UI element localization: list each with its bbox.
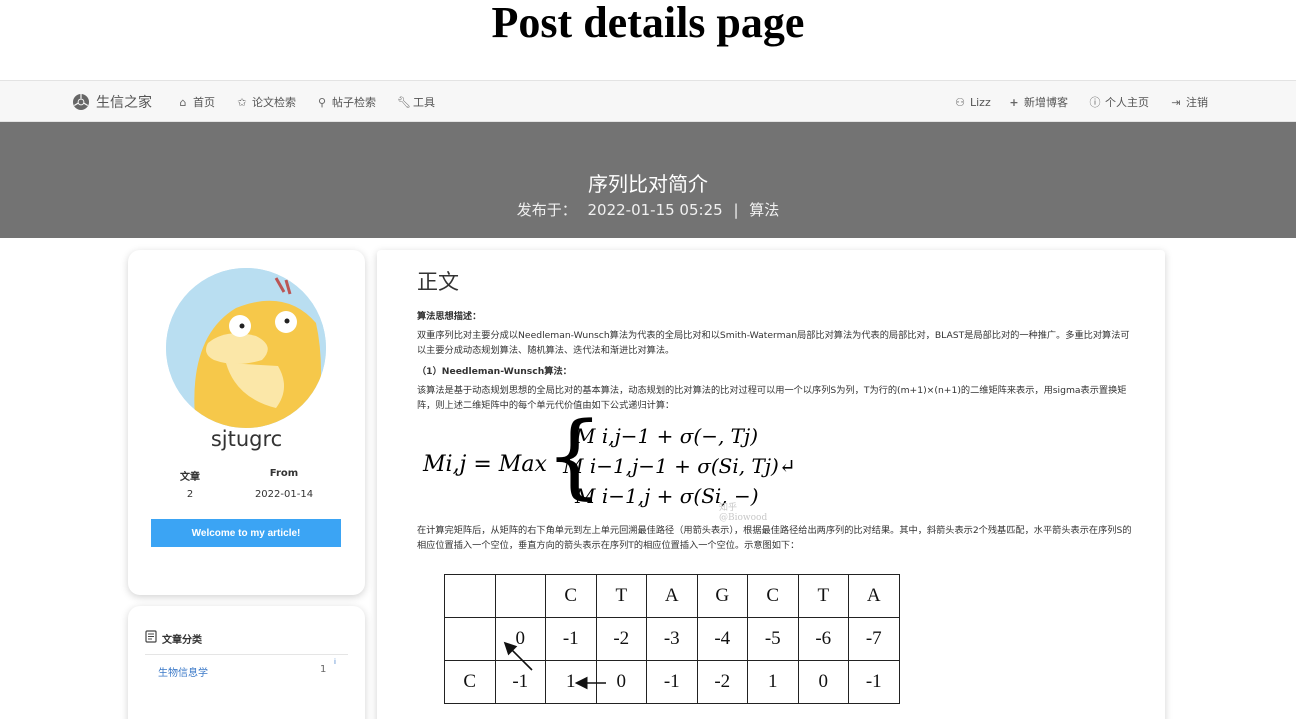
nav-home-label: 首页 bbox=[193, 96, 215, 109]
nav-user-label: Lizz bbox=[970, 95, 991, 109]
category-item-sup: i bbox=[334, 658, 336, 666]
category-item-link[interactable]: 生物信息学 bbox=[158, 664, 208, 679]
nav-new-blog-label: 新增博客 bbox=[1024, 96, 1068, 109]
table-cell bbox=[444, 574, 496, 618]
table-cell: -1 bbox=[646, 660, 698, 704]
table-cell: -1 bbox=[848, 660, 900, 704]
dp-matrix-table: C T A G C T A 0 -1 -2 -3 -4 -5 -6 -7 C -… bbox=[444, 574, 900, 704]
nav-new-blog[interactable]: + 新增博客 bbox=[1008, 81, 1068, 123]
category-heading: 文章分类 bbox=[145, 630, 202, 646]
stat-articles-value: 2 bbox=[186, 489, 194, 500]
table-cell bbox=[444, 617, 496, 661]
nav-tools[interactable]: 🔧︎ 工具 bbox=[397, 81, 435, 123]
plus-icon: + bbox=[1009, 95, 1019, 109]
welcome-button[interactable]: Welcome to my article! bbox=[151, 519, 341, 547]
content-heading: 正文 bbox=[417, 270, 459, 294]
nav-post-search[interactable]: ⚲ 帖子检索 bbox=[316, 81, 376, 123]
top-navbar: 生信之家 ⌂ 首页 ✩ 论文检索 ⚲ 帖子检索 🔧︎ 工具 ⚇ Lizz + 新… bbox=[0, 80, 1296, 122]
table-cell: 1 bbox=[747, 660, 799, 704]
table-cell: A bbox=[848, 574, 900, 618]
table-cell: -3 bbox=[646, 617, 698, 661]
table-cell: T bbox=[595, 574, 647, 618]
brand-link[interactable]: 生信之家 bbox=[72, 81, 152, 123]
info-icon: ⓘ bbox=[1089, 96, 1101, 109]
paragraph-intro: 双重序列比对主要分成以Needleman-Wunsch算法为代表的全局比对和以S… bbox=[417, 330, 1130, 356]
user-icon: ⚇ bbox=[955, 95, 965, 109]
logout-icon: ⇥ bbox=[1171, 95, 1181, 109]
table-cell: A bbox=[646, 574, 698, 618]
formula-row-2: M i−1,j−1 + σ(Si, Tj)↵ bbox=[563, 454, 796, 478]
table-cell: -7 bbox=[848, 617, 900, 661]
divider bbox=[145, 654, 348, 655]
stat-articles-header: 文章 bbox=[180, 472, 200, 483]
post-meta: 发布于： 2022-01-15 05:25 | 算法 bbox=[0, 199, 1296, 220]
formula-row-1: M i,j−1 + σ(−, Tj) bbox=[575, 424, 759, 448]
wrench-icon: 🔧︎ bbox=[397, 95, 411, 109]
post-category[interactable]: 算法 bbox=[749, 201, 779, 219]
post-title: 序列比对简介 bbox=[588, 172, 708, 196]
meta-separator: | bbox=[733, 201, 739, 219]
table-cell: -2 bbox=[595, 617, 647, 661]
stat-from-value: 2022-01-14 bbox=[254, 489, 314, 500]
paragraph-traceback: 在计算完矩阵后，从矩阵的右下角单元到左上单元回溯最佳路径（用箭头表示），根据最佳… bbox=[417, 525, 1132, 551]
search-icon: ⚲ bbox=[317, 95, 327, 109]
section-title-nw: （1）Needleman-Wunsch算法： bbox=[417, 366, 572, 377]
nav-post-search-label: 帖子检索 bbox=[332, 96, 376, 109]
star-icon: ✩ bbox=[237, 95, 247, 109]
table-cell: -6 bbox=[797, 617, 849, 661]
chrome-logo-icon bbox=[72, 93, 90, 111]
home-icon: ⌂ bbox=[179, 95, 187, 109]
brand-name: 生信之家 bbox=[96, 95, 152, 111]
table-cell: 1 bbox=[545, 660, 597, 704]
table-cell: 0 bbox=[494, 617, 546, 661]
published-label: 发布于： bbox=[516, 201, 577, 219]
category-heading-label: 文章分类 bbox=[162, 634, 202, 646]
table-cell: 0 bbox=[797, 660, 849, 704]
table-cell: C bbox=[747, 574, 799, 618]
post-content-card: 正文 算法思想描述： 双重序列比对主要分成以Needleman-Wunsch算法… bbox=[377, 250, 1165, 719]
post-datetime: 2022-01-15 05:25 bbox=[587, 201, 723, 219]
stat-from-header: From bbox=[269, 468, 299, 479]
formula-lhs: Mi,j = Max bbox=[423, 452, 547, 477]
table-cell bbox=[494, 574, 546, 618]
paragraph-nw: 该算法是基于动态规划思想的全局比对的基本算法，动态规划的比对算法的比对过程可以用… bbox=[417, 385, 1127, 411]
table-row: C -1 1 0 -1 -2 1 0 -1 bbox=[444, 660, 900, 704]
author-username: sjtugrc bbox=[210, 427, 283, 451]
table-cell: -5 bbox=[747, 617, 799, 661]
nav-logout-label: 注销 bbox=[1186, 96, 1208, 109]
table-cell: -1 bbox=[545, 617, 597, 661]
image-watermark: 知乎 @Biowood bbox=[719, 503, 768, 523]
table-cell: C bbox=[444, 660, 496, 704]
table-cell: -1 bbox=[494, 660, 546, 704]
table-row: C T A G C T A bbox=[444, 574, 900, 618]
nav-paper-search[interactable]: ✩ 论文检索 bbox=[236, 81, 296, 123]
dp-matrix-figure: C T A G C T A 0 -1 -2 -3 -4 -5 -6 -7 C -… bbox=[444, 574, 900, 704]
table-cell: 0 bbox=[595, 660, 647, 704]
nav-profile-label: 个人主页 bbox=[1105, 96, 1149, 109]
table-cell: C bbox=[545, 574, 597, 618]
nav-profile[interactable]: ⓘ 个人主页 bbox=[1089, 81, 1150, 123]
table-cell: -4 bbox=[696, 617, 748, 661]
avatar bbox=[166, 268, 326, 428]
nav-home[interactable]: ⌂ 首页 bbox=[177, 81, 216, 123]
author-profile-card: sjtugrc 文章 From 2 2022-01-14 Welcome to … bbox=[128, 250, 365, 595]
figure-caption: Post details page bbox=[491, 0, 805, 47]
category-item-count: 1 bbox=[320, 664, 327, 675]
category-card: 文章分类 生物信息学 1 i bbox=[128, 606, 365, 719]
section-title-algorithm: 算法思想描述： bbox=[417, 311, 482, 322]
nav-paper-search-label: 论文检索 bbox=[252, 96, 296, 109]
nav-tools-label: 工具 bbox=[413, 96, 435, 109]
nav-user[interactable]: ⚇ Lizz bbox=[954, 81, 991, 123]
table-cell: T bbox=[797, 574, 849, 618]
table-cell: G bbox=[696, 574, 748, 618]
table-cell: -2 bbox=[696, 660, 748, 704]
document-icon bbox=[145, 630, 157, 646]
recurrence-formula: Mi,j = Max { M i,j−1 + σ(−, Tj) M i−1,j−… bbox=[423, 410, 796, 524]
nav-logout[interactable]: ⇥ 注销 bbox=[1170, 81, 1208, 123]
table-row: 0 -1 -2 -3 -4 -5 -6 -7 bbox=[444, 617, 900, 661]
